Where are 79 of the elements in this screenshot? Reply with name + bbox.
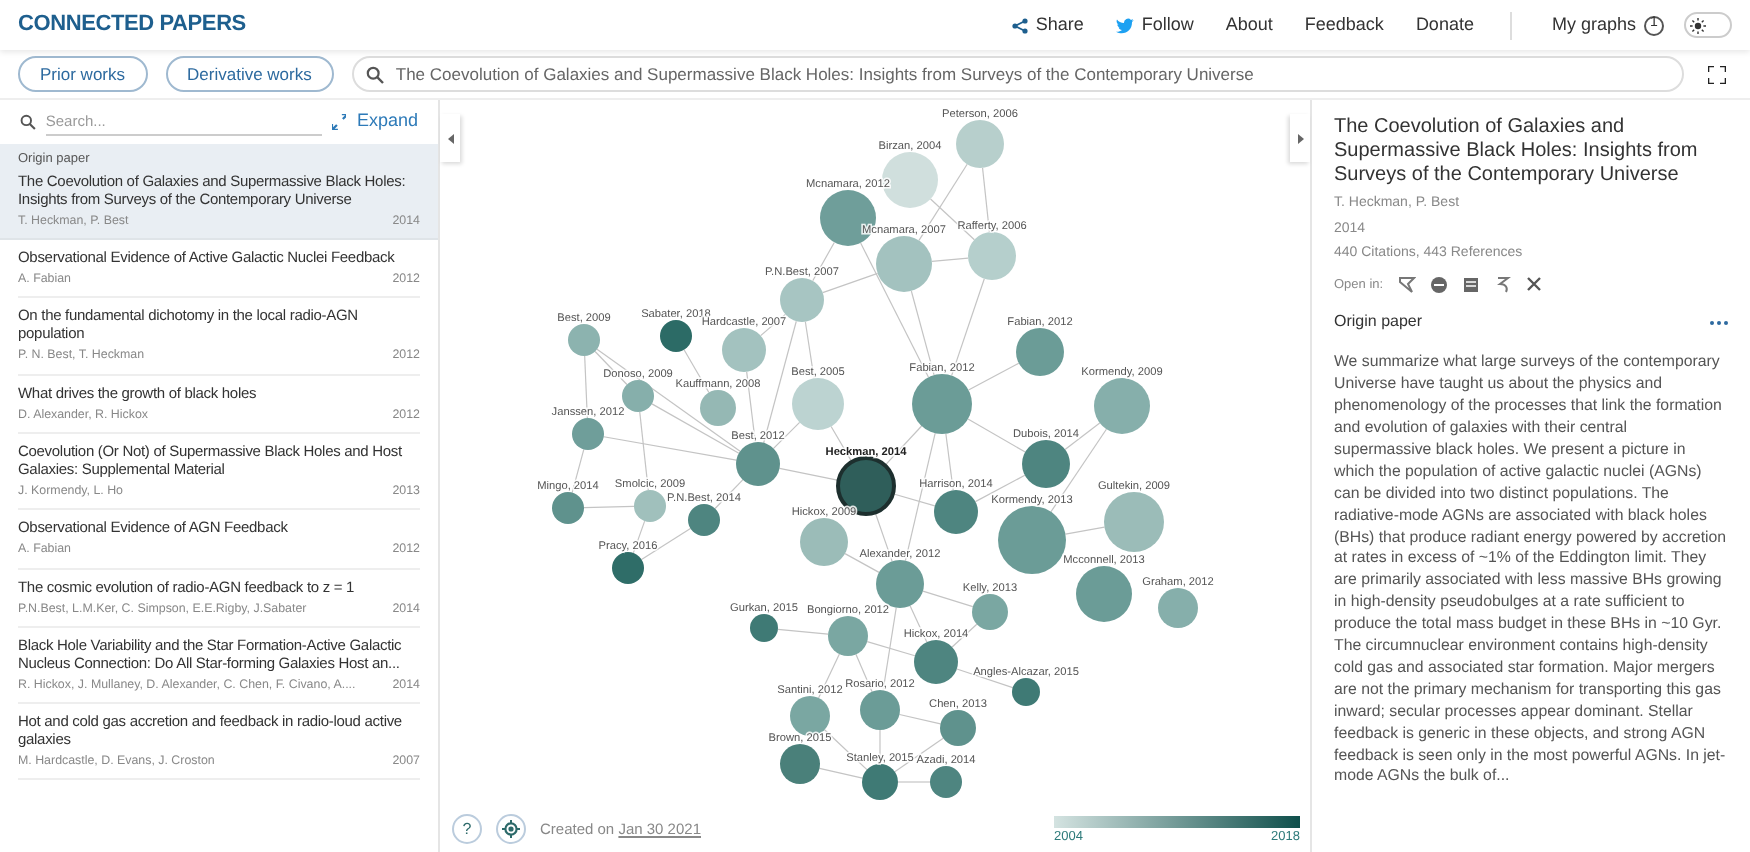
paper-node[interactable] (934, 490, 978, 534)
nav-link[interactable]: Feedback (1304, 11, 1384, 39)
left-caret-icon (447, 133, 453, 143)
paper-node[interactable] (634, 490, 666, 522)
paper-node[interactable] (1104, 492, 1164, 552)
paper-node[interactable] (876, 236, 932, 292)
circle-icon[interactable] (1429, 275, 1448, 294)
sun-icon (1690, 17, 1706, 33)
paper-node[interactable] (1094, 378, 1150, 434)
paper-node[interactable] (688, 504, 720, 536)
paper-node[interactable] (912, 374, 972, 434)
search-icon (365, 65, 384, 83)
nav-label[interactable]: Share (1035, 11, 1084, 39)
graph-edge (584, 355, 588, 419)
paper-node[interactable] (940, 710, 976, 746)
right-caret-icon (1297, 133, 1303, 143)
paper-node[interactable] (914, 640, 958, 684)
search-icon (20, 114, 36, 130)
paper-node[interactable] (660, 320, 692, 352)
paper-node[interactable] (930, 766, 962, 798)
graph-edge (898, 713, 942, 725)
expand-link[interactable]: Expand (356, 108, 419, 136)
paper-title: The Coevolution of Galaxies and Supermassive Black Holes: Insights from Surveys of the Contemporary Universe (1334, 116, 1700, 188)
paper-node[interactable] (828, 616, 868, 656)
hook-icon[interactable] (1493, 275, 1512, 294)
paper-node[interactable] (1016, 328, 1064, 376)
paper-node[interactable] (736, 442, 780, 486)
search-field[interactable]: The Coevolution of Galaxies and Supermassive Black Holes: Insights from Surveys of the Contemporary Universe (351, 56, 1684, 92)
paper-node[interactable] (862, 764, 898, 800)
paper-node[interactable] (876, 560, 924, 608)
collapse-left-handle[interactable] (440, 114, 460, 162)
paper-node[interactable] (860, 690, 900, 730)
paper-node[interactable] (968, 232, 1016, 280)
expand-icon[interactable] (331, 114, 347, 130)
paper-node[interactable] (836, 456, 896, 516)
nav-label[interactable]: Follow (1141, 11, 1194, 39)
paper-node[interactable] (1022, 440, 1070, 488)
cross-icon[interactable] (1525, 276, 1542, 293)
paper-node[interactable] (972, 594, 1008, 630)
paper-node[interactable] (998, 506, 1066, 574)
section-label: Origin paper (1334, 310, 1423, 335)
paper-node[interactable] (572, 418, 604, 450)
theme-toggle[interactable] (1684, 12, 1732, 38)
bird-icon (1115, 17, 1134, 33)
graph-edge (583, 505, 635, 509)
paper-node[interactable] (780, 744, 820, 784)
paper-node[interactable] (700, 390, 736, 426)
paper-node[interactable] (800, 518, 848, 566)
paper-node[interactable] (722, 328, 766, 372)
help-button[interactable]: ? (452, 814, 482, 844)
graph-mode-button[interactable]: Derivative works (165, 56, 334, 92)
nav-link[interactable]: Donate (1415, 11, 1474, 39)
document-icon[interactable] (1461, 275, 1480, 294)
my-graphs-link[interactable]: My graphs (1551, 11, 1636, 39)
graph-edge (777, 628, 829, 635)
more-icon[interactable] (1710, 319, 1728, 326)
flag-icon[interactable] (1397, 275, 1416, 294)
paper-node[interactable] (622, 380, 654, 412)
graph-edge (778, 467, 840, 481)
recenter-button[interactable] (496, 814, 526, 844)
paper-node[interactable] (792, 378, 844, 430)
paper-node[interactable] (750, 614, 778, 642)
graph-edge (1064, 526, 1106, 535)
nav-link[interactable]: About (1225, 11, 1273, 39)
paper-node[interactable] (1012, 678, 1040, 706)
graph-mode-button[interactable]: Prior works (18, 56, 148, 92)
paper-node[interactable] (612, 552, 644, 584)
graph-edge (897, 781, 931, 783)
logo[interactable]: CONNECTED PAPERS (18, 8, 246, 42)
target-icon (502, 820, 520, 838)
paper-node[interactable] (552, 492, 584, 524)
collapse-right-handle[interactable] (1290, 114, 1310, 162)
paper-node[interactable] (568, 324, 600, 356)
share-icon (1011, 17, 1028, 33)
paper-node[interactable] (956, 120, 1004, 168)
paper-node[interactable] (1158, 588, 1198, 628)
paper-node[interactable] (1076, 566, 1132, 622)
fullscreen-icon[interactable] (1708, 65, 1726, 83)
paper-node[interactable] (790, 696, 830, 736)
